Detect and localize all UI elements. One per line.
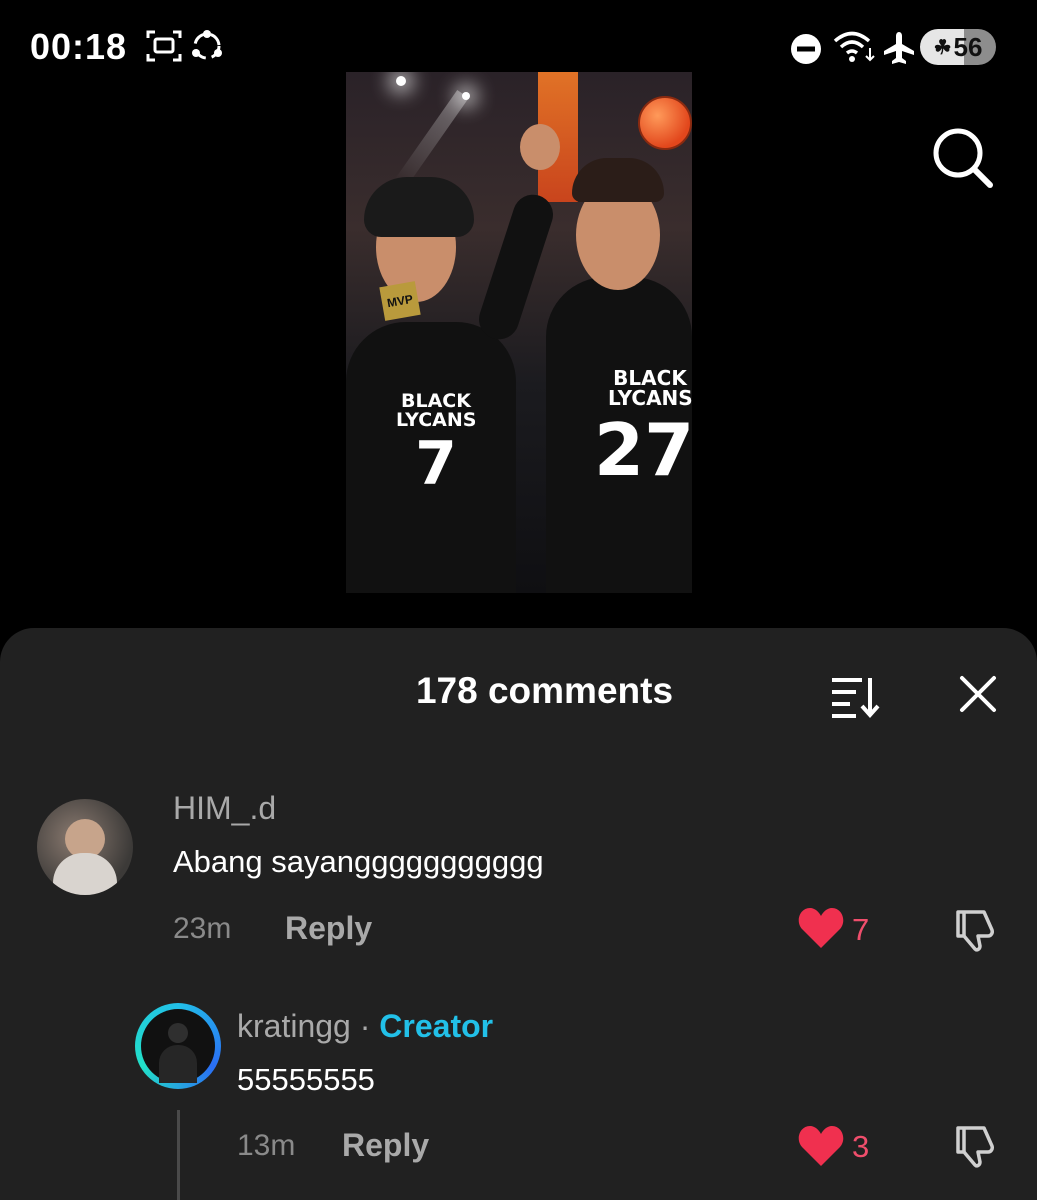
dislike-icon[interactable] xyxy=(952,906,1000,954)
basketball xyxy=(638,96,692,150)
reply-username[interactable]: kratingg xyxy=(237,1008,351,1044)
mvp-label: MVP xyxy=(385,291,415,311)
video-player[interactable]: BLACK LYCANS 7 MVP BLACK LYCANS 27 xyxy=(346,72,692,593)
heart-icon[interactable] xyxy=(797,906,845,950)
reply-text: 55555555 xyxy=(237,1062,375,1097)
battery-level: 56 xyxy=(953,31,983,62)
sort-icon[interactable] xyxy=(826,672,882,720)
close-icon[interactable] xyxy=(956,672,1000,716)
share-icon xyxy=(192,30,222,60)
wifi-icon xyxy=(833,31,875,62)
reply-username-line: kratingg · Creator xyxy=(237,1008,493,1045)
do-not-disturb-icon xyxy=(791,34,821,64)
like-count: 7 xyxy=(852,912,870,947)
reply-button[interactable]: Reply xyxy=(342,1127,429,1164)
jersey-right-team: BLACK LYCANS xyxy=(608,366,692,410)
jersey-right-number: 27 xyxy=(594,408,692,492)
status-time: 00:18 xyxy=(30,26,128,67)
avatar[interactable] xyxy=(37,799,133,895)
creator-avatar[interactable] xyxy=(135,1003,221,1089)
comment-time: 23m xyxy=(173,912,232,945)
jersey-left-number: 7 xyxy=(415,429,457,499)
player-left-hood xyxy=(364,177,474,237)
heart-icon[interactable] xyxy=(797,1124,845,1168)
raised-fist xyxy=(520,124,560,170)
airplane-icon xyxy=(884,32,914,64)
jersey-left-team: BLACK LYCANS xyxy=(396,390,477,431)
username-separator: · xyxy=(350,1008,380,1044)
search-icon[interactable] xyxy=(930,125,994,189)
raised-arm xyxy=(473,189,559,345)
battery-icon: ☘ 56 xyxy=(920,29,996,65)
mvp-medal: MVP xyxy=(379,281,421,321)
like-count: 3 xyxy=(852,1129,870,1164)
player-right-hair xyxy=(572,158,664,202)
comment-username[interactable]: HIM_.d xyxy=(173,790,276,827)
thread-line xyxy=(177,1110,180,1200)
creator-badge: Creator xyxy=(379,1008,494,1044)
comment-text: Abang sayanggggggggggg xyxy=(173,844,544,879)
reply-time: 13m xyxy=(237,1129,296,1162)
screenshot-icon xyxy=(146,30,182,62)
comments-sheet: 178 comments xyxy=(0,628,1037,1200)
reply-button[interactable]: Reply xyxy=(285,910,372,947)
spotlight xyxy=(396,76,406,86)
light-beam xyxy=(394,89,469,189)
dislike-icon[interactable] xyxy=(952,1122,1000,1170)
